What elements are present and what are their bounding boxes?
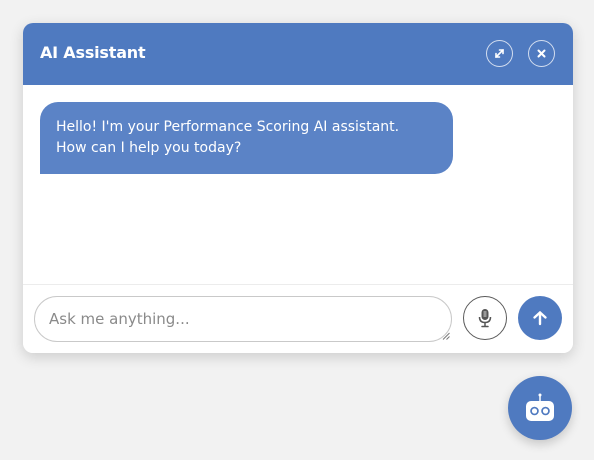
- assistant-message: Hello! I'm your Performance Scoring AI a…: [40, 102, 453, 174]
- close-icon: [537, 49, 546, 58]
- expand-icon: [495, 49, 504, 58]
- close-button[interactable]: [528, 40, 555, 67]
- message-list: Hello! I'm your Performance Scoring AI a…: [23, 85, 573, 284]
- chat-header: AI Assistant: [23, 23, 573, 85]
- message-line: How can I help you today?: [56, 140, 242, 156]
- microphone-button[interactable]: [463, 296, 507, 340]
- chat-launcher-button[interactable]: [508, 376, 572, 440]
- expand-button[interactable]: [486, 40, 513, 67]
- message-input[interactable]: [34, 296, 452, 342]
- composer: [23, 284, 573, 353]
- robot-icon: [526, 393, 554, 421]
- microphone-icon: [478, 309, 492, 328]
- message-line: Hello! I'm your Performance Scoring AI a…: [56, 119, 400, 135]
- chat-title: AI Assistant: [40, 43, 146, 62]
- arrow-up-icon: [533, 311, 547, 326]
- resize-grip-icon[interactable]: [442, 332, 450, 340]
- send-button[interactable]: [518, 296, 562, 340]
- chat-window: AI Assistant Hello! I'm your Performance: [23, 23, 573, 353]
